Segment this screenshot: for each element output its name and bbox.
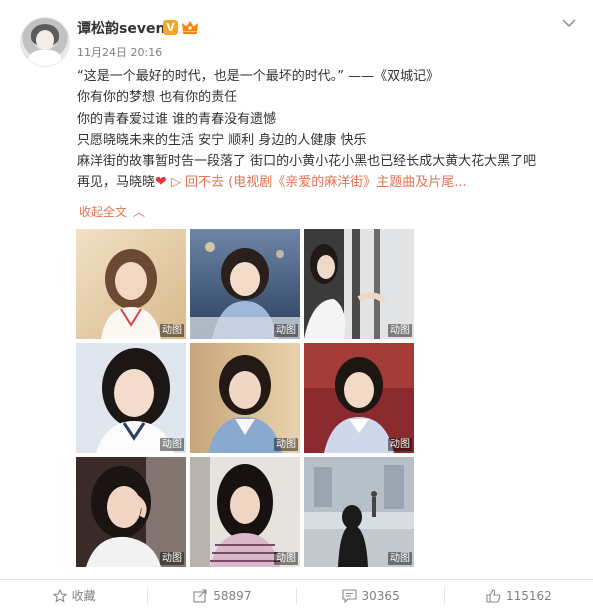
post-text-last-line: 再见，马晓晓❤ ▷ 回不去 (电视剧《亲爱的麻洋街》主题曲及片尾... [77, 172, 577, 193]
username[interactable]: 谭松韵seven [77, 18, 165, 38]
thumbs-up-icon [486, 588, 501, 603]
chevron-down-icon[interactable] [561, 13, 577, 28]
gif-image-2[interactable]: 动图 [190, 229, 300, 339]
gif-badge: 动图 [388, 438, 412, 451]
weibo-post-card: 谭松韵seven V 11月24日 20:16 “这是一个最好的时代，也是一个最… [0, 0, 593, 611]
post-text-farewell: 再见，马晓晓 [77, 175, 156, 191]
image-grid: 动图 动图 动图 动图 动图 动图 动图 动图 动图 [76, 229, 414, 567]
gif-image-5[interactable]: 动图 [190, 343, 300, 453]
gif-badge: 动图 [388, 552, 412, 565]
avatar-face [36, 30, 54, 50]
gif-badge: 动图 [160, 438, 184, 451]
post-text-line: 你有你的梦想 也有你的责任 [77, 90, 238, 106]
video-link[interactable]: ▷ 回不去 (电视剧《亲爱的麻洋街》主题曲及片尾... [171, 175, 467, 190]
gif-image-1[interactable]: 动图 [76, 229, 186, 339]
gif-image-8[interactable]: 动图 [190, 457, 300, 567]
post-text: “这是一个最好的时代，也是一个最坏的时代。” ——《双城记》 你有你的梦想 也有… [77, 66, 577, 194]
post-text-line: 麻洋街的故事暂时告一段落了 街口的小黄小花小黑也已经长成大黄大花大黑了吧 [77, 154, 537, 170]
favorite-label: 收藏 [71, 589, 96, 603]
comment-count: 30365 [361, 588, 400, 603]
gif-badge: 动图 [160, 324, 184, 337]
like-count: 115162 [505, 588, 552, 603]
gif-image-3[interactable]: 动图 [304, 229, 414, 339]
collapse-label: 收起全文 [79, 205, 128, 219]
gif-badge: 动图 [274, 552, 298, 565]
like-button[interactable]: 115162 [445, 580, 593, 611]
collapse-text-button[interactable]: 收起全文 ︿ [79, 203, 145, 220]
gif-badge: 动图 [388, 324, 412, 337]
post-text-line: 只愿晓晓未来的生活 安宁 顺利 身边的人健康 快乐 [77, 132, 367, 148]
repost-count: 58897 [213, 588, 252, 603]
star-icon [52, 588, 67, 603]
heart-icon: ❤ [155, 174, 167, 191]
gif-badge: 动图 [160, 552, 184, 565]
post-text-line: “这是一个最好的时代，也是一个最坏的时代。” ——《双城记》 [77, 69, 440, 84]
gif-image-4[interactable]: 动图 [76, 343, 186, 453]
comment-button[interactable]: 30365 [297, 580, 445, 611]
chevron-up-icon: ︿ [133, 205, 146, 219]
action-bar: 收藏 58897 30365 115162 [0, 580, 593, 611]
gif-image-6[interactable]: 动图 [304, 343, 414, 453]
favorite-button[interactable]: 收藏 [0, 580, 149, 611]
post-text-line: 你的青春爱过谁 谁的青春没有遗憾 [77, 111, 277, 127]
post-timestamp[interactable]: 11月24日 20:16 [77, 44, 162, 60]
avatar[interactable] [20, 17, 70, 67]
gif-badge: 动图 [274, 324, 298, 337]
repost-button[interactable]: 58897 [148, 580, 297, 611]
repost-icon [193, 588, 207, 603]
crown-icon[interactable] [181, 19, 199, 36]
gif-badge: 动图 [274, 438, 298, 451]
gif-image-9[interactable]: 动图 [304, 457, 414, 567]
verified-badge[interactable]: V [163, 20, 178, 35]
gif-image-7[interactable]: 动图 [76, 457, 186, 567]
avatar-body [29, 50, 61, 66]
comment-icon [341, 588, 357, 603]
